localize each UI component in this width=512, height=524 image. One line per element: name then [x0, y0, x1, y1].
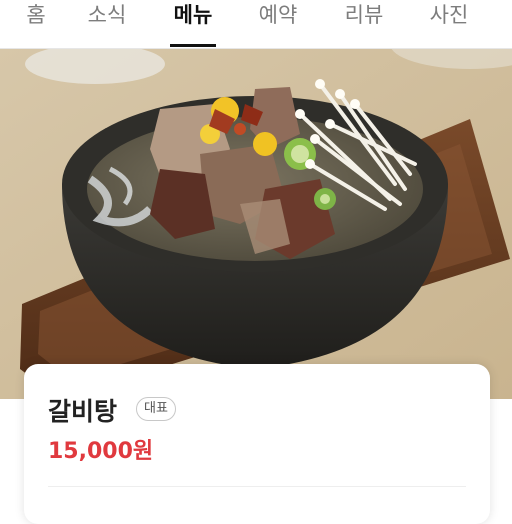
menu-item-price: 15,000원 [48, 439, 154, 464]
tab-bar: 홈 소식 메뉴 예약 리뷰 사진 [0, 0, 512, 49]
representative-badge: 대표 [136, 397, 176, 421]
tab-photos[interactable]: 사진 [424, 0, 474, 47]
tab-photos-label: 사진 [429, 3, 469, 27]
menu-item-card[interactable]: 갈비탕 대표 15,000원 [24, 364, 490, 524]
active-tab-indicator [170, 44, 216, 47]
tab-menu-label: 메뉴 [173, 3, 213, 27]
tab-news-label: 소식 [87, 3, 127, 27]
tab-reservation-label: 예약 [258, 3, 298, 27]
tab-reservation[interactable]: 예약 [253, 0, 303, 47]
tab-home-label: 홈 [26, 3, 46, 27]
tab-reviews-label: 리뷰 [344, 3, 384, 27]
galbitang-illustration [0, 49, 512, 399]
tab-reviews[interactable]: 리뷰 [339, 0, 389, 47]
tab-home[interactable]: 홈 [18, 0, 54, 47]
tab-menu[interactable]: 메뉴 [170, 0, 216, 47]
divider [48, 486, 466, 487]
menu-photo[interactable] [0, 49, 512, 399]
tab-news[interactable]: 소식 [82, 0, 132, 47]
menu-item-name: 갈비탕 [48, 397, 118, 426]
